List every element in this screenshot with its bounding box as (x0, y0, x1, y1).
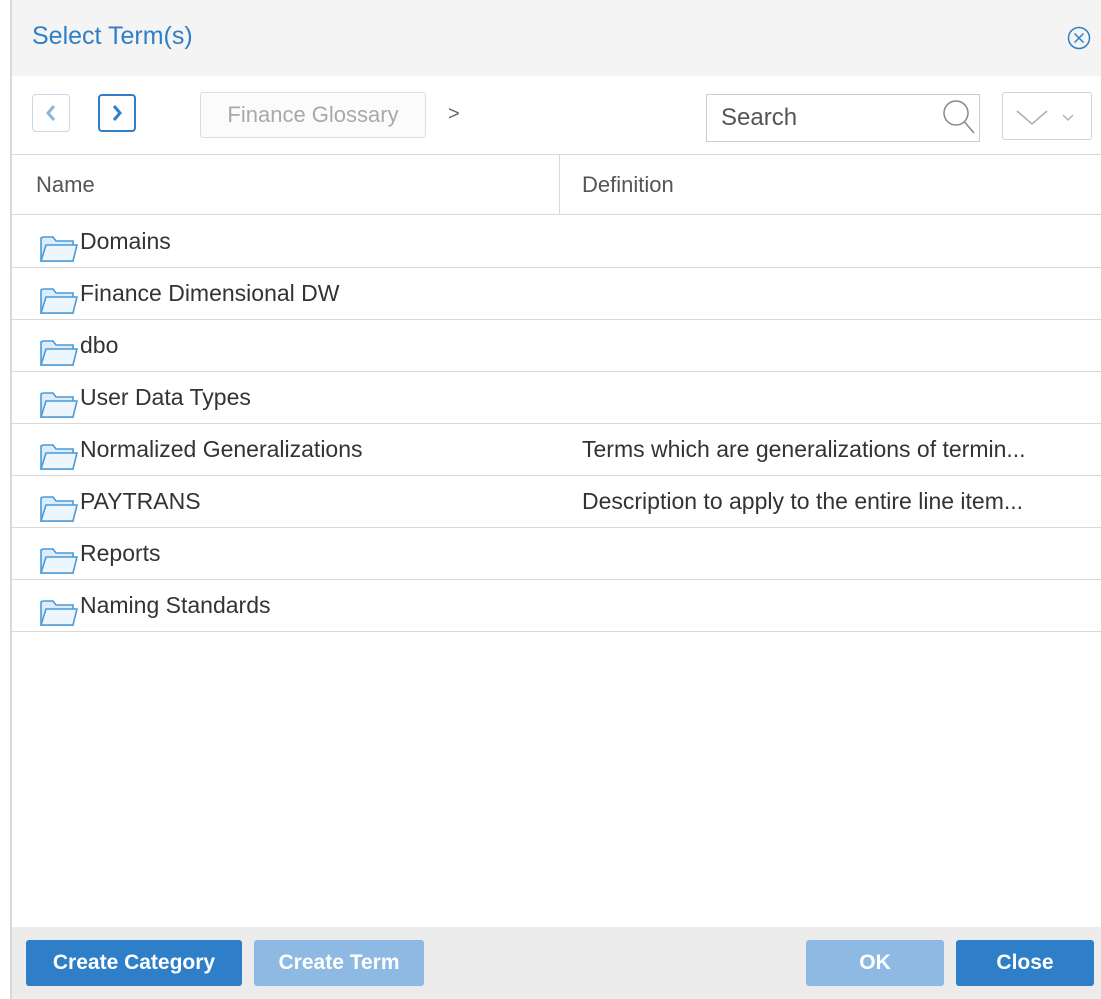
ok-button[interactable]: OK (806, 940, 944, 986)
back-button[interactable] (32, 94, 70, 132)
column-divider[interactable] (559, 155, 560, 214)
column-header-definition[interactable]: Definition (582, 155, 1092, 214)
dialog-titlebar: Select Term(s) (12, 0, 1101, 76)
grid-body: Domains Finance Dimensional DW dbo User Dat… (12, 216, 1101, 632)
chevron-right-icon (112, 105, 122, 121)
view-options-dropdown[interactable] (1002, 92, 1092, 140)
folder-icon (40, 236, 78, 262)
row-definition: Description to apply to the entire line … (582, 488, 1024, 514)
create-term-button[interactable]: Create Term (254, 940, 424, 986)
dialog-toolbar: Finance Glossary > (12, 76, 1101, 155)
forward-button[interactable] (98, 94, 136, 132)
chevron-down-icon (1016, 110, 1074, 126)
table-row[interactable]: PAYTRANS Description to apply to the enti… (12, 476, 1101, 528)
table-row[interactable]: Reports (12, 528, 1101, 580)
row-name: Normalized Generalizations (80, 436, 363, 462)
table-row[interactable]: User Data Types (12, 372, 1101, 424)
row-definition: Terms which are generalizations of termi… (582, 436, 1026, 462)
row-name: Domains (80, 228, 171, 254)
table-row[interactable]: dbo (12, 320, 1101, 372)
breadcrumb-finance-glossary[interactable]: Finance Glossary (200, 92, 426, 138)
dialog-footer: Create Category Create Term OK Close (12, 927, 1101, 999)
dialog-title: Select Term(s) (32, 22, 193, 50)
table-row[interactable]: Naming Standards (12, 580, 1101, 632)
row-name: User Data Types (80, 384, 251, 410)
folder-icon (40, 496, 78, 522)
folder-icon (40, 548, 78, 574)
chevron-left-icon (46, 105, 56, 121)
folder-icon (40, 340, 78, 366)
table-row[interactable]: Finance Dimensional DW (12, 268, 1101, 320)
folder-icon (40, 288, 78, 314)
column-header-name[interactable]: Name (36, 155, 556, 214)
row-name: dbo (80, 332, 119, 358)
search-input[interactable] (706, 94, 980, 142)
row-name: Naming Standards (80, 592, 271, 618)
create-category-button[interactable]: Create Category (26, 940, 242, 986)
row-name: Reports (80, 540, 161, 566)
table-row[interactable]: Domains (12, 216, 1101, 268)
folder-icon (40, 392, 78, 418)
breadcrumb-separator: > (448, 103, 460, 125)
close-button[interactable]: Close (956, 940, 1094, 986)
grid-header: Name Definition (12, 155, 1101, 215)
row-name: PAYTRANS (80, 488, 201, 514)
folder-icon (40, 600, 78, 626)
select-terms-dialog: Select Term(s) Finance Glossary > Search… (10, 0, 1101, 999)
row-name: Finance Dimensional DW (80, 280, 340, 306)
folder-icon (40, 444, 78, 470)
table-row[interactable]: Normalized Generalizations Terms which ar… (12, 424, 1101, 476)
close-dialog-icon[interactable] (1067, 26, 1091, 50)
